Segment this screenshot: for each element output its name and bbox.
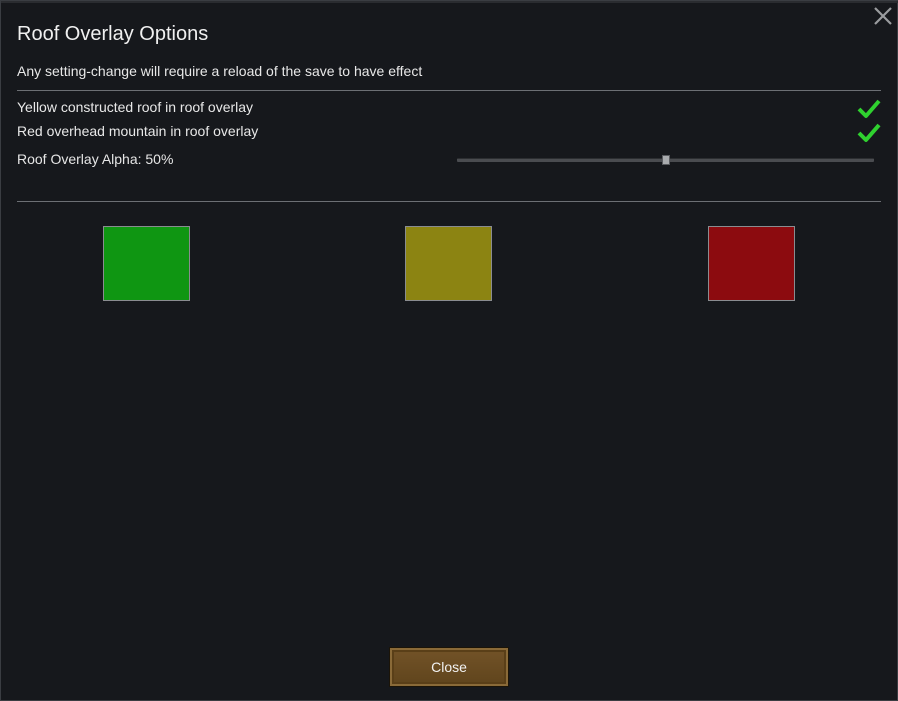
divider-top — [17, 90, 881, 91]
green-color-swatch[interactable] — [103, 226, 190, 301]
alpha-label: Roof Overlay Alpha: 50% — [17, 151, 174, 167]
yellow-color-swatch[interactable] — [405, 226, 492, 301]
divider-bottom — [17, 201, 881, 202]
option-red-overhead-mountain[interactable]: Red overhead mountain in roof overlay — [17, 123, 881, 145]
checkmark-icon[interactable] — [857, 121, 881, 145]
checkmark-icon[interactable] — [857, 97, 881, 121]
red-color-swatch[interactable] — [708, 226, 795, 301]
window-top-strip — [1, 1, 898, 3]
close-icon[interactable] — [871, 4, 895, 28]
close-button[interactable]: Close — [389, 647, 509, 687]
roof-overlay-options-dialog: Roof Overlay Options Any setting-change … — [0, 0, 898, 701]
alpha-slider-thumb[interactable] — [662, 155, 670, 165]
dialog-title: Roof Overlay Options — [17, 23, 209, 45]
option-yellow-constructed-roof[interactable]: Yellow constructed roof in roof overlay — [17, 99, 881, 121]
dialog-subtitle: Any setting-change will require a reload… — [17, 63, 423, 79]
option-label: Red overhead mountain in roof overlay — [17, 123, 259, 139]
option-label: Yellow constructed roof in roof overlay — [17, 99, 254, 115]
